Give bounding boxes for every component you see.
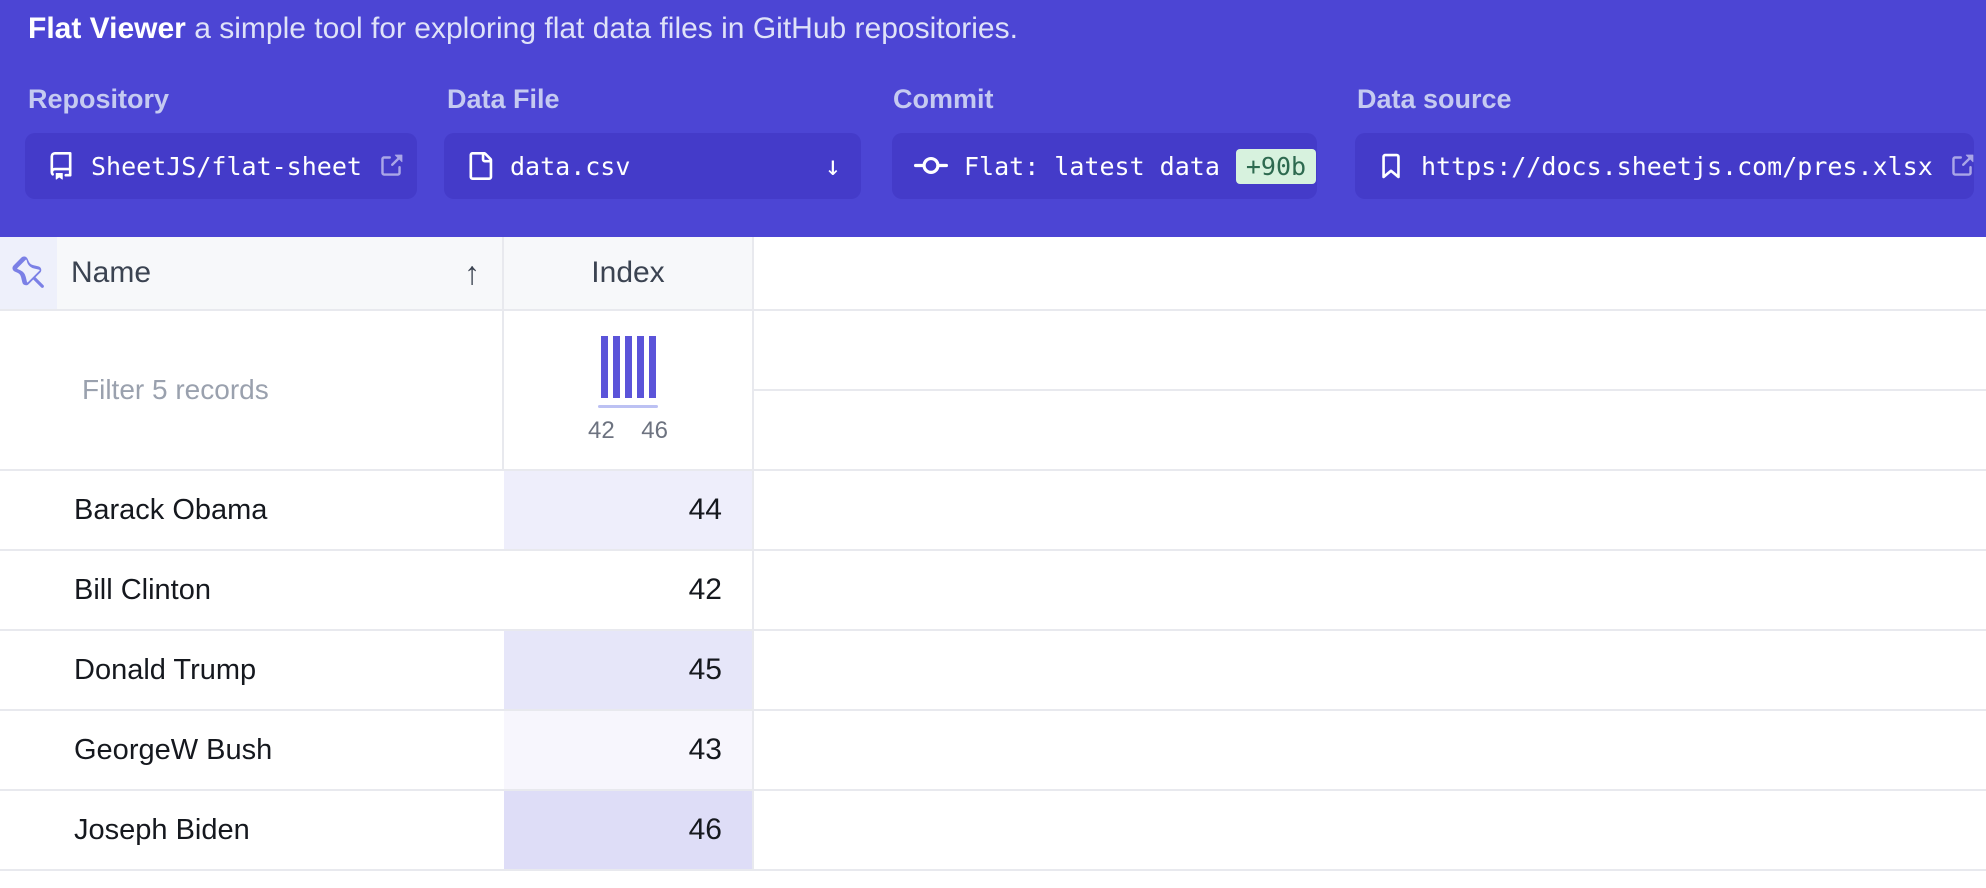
data-source-value: https://docs.sheetjs.com/pres.xlsx <box>1421 152 1933 181</box>
data-file-button[interactable]: data.csv ↓ <box>444 133 861 199</box>
data-file-value: data.csv <box>510 152 630 181</box>
histogram-baseline <box>598 405 658 408</box>
bookmark-icon <box>1377 152 1405 180</box>
columns-overlay: 42 46 Barack Obama44Bill Clinton42Donald… <box>0 311 754 871</box>
cell-name: Joseph Biden <box>57 791 504 869</box>
repository-value: SheetJS/flat-sheet <box>91 152 362 181</box>
app-tagline: a simple tool for exploring flat data fi… <box>194 12 1018 45</box>
data-file-label: Data File <box>447 84 560 115</box>
cell-name: Bill Clinton <box>57 551 504 629</box>
filter-row: 42 46 <box>0 311 754 471</box>
flat-viewer-app: Flat Viewer a simple tool for exploring … <box>0 0 1986 888</box>
commit-message: Flat: latest data <box>964 152 1220 181</box>
data-source-label: Data source <box>1357 84 1512 115</box>
cell-index: 43 <box>504 711 754 789</box>
filter-cell <box>0 311 504 469</box>
table-row: GeorgeW Bush43 <box>0 711 754 791</box>
row-pin-gutter <box>0 791 57 869</box>
column-header-name[interactable]: Name ↑ <box>57 237 504 309</box>
commit-label: Commit <box>893 84 994 115</box>
rows-container: Barack Obama44Bill Clinton42Donald Trump… <box>0 471 754 871</box>
table-row: Bill Clinton42 <box>0 551 754 631</box>
cell-name: GeorgeW Bush <box>57 711 504 789</box>
row-pin-gutter <box>0 631 57 709</box>
app-name: Flat Viewer <box>28 12 186 45</box>
cell-name: Barack Obama <box>57 471 504 549</box>
cell-index: 46 <box>504 791 754 869</box>
row-pin-gutter <box>0 711 57 789</box>
page-title: Flat Viewer a simple tool for exploring … <box>28 12 1018 46</box>
sort-asc-icon: ↑ <box>464 255 480 292</box>
header-empty-area <box>754 237 1986 309</box>
histogram-max-label: 46 <box>641 417 668 445</box>
histogram-bar <box>637 336 644 398</box>
file-icon <box>466 152 494 180</box>
cell-index: 42 <box>504 551 754 629</box>
repository-label: Repository <box>28 84 169 115</box>
histogram-bar <box>625 336 632 398</box>
table-header: Name ↑ Index <box>0 237 1986 311</box>
cell-index: 45 <box>504 631 754 709</box>
row-pin-gutter <box>0 471 57 549</box>
table-body: 42 46 Barack Obama44Bill Clinton42Donald… <box>0 311 1986 871</box>
topbar: Flat Viewer a simple tool for exploring … <box>0 0 1986 237</box>
data-source-button[interactable]: https://docs.sheetjs.com/pres.xlsx <box>1355 133 1974 199</box>
histogram-min-label: 42 <box>588 417 615 445</box>
histogram-range-labels: 42 46 <box>588 417 668 445</box>
external-link-icon <box>1949 153 1975 179</box>
column-header-index[interactable]: Index <box>504 237 754 309</box>
cell-index: 44 <box>504 471 754 549</box>
cell-name: Donald Trump <box>57 631 504 709</box>
histogram-bars <box>601 336 656 398</box>
histogram-bar <box>649 336 656 398</box>
table-row: Barack Obama44 <box>0 471 754 551</box>
external-link-icon <box>378 153 404 179</box>
histogram-bar <box>601 336 608 398</box>
commit-button[interactable]: Flat: latest data +90b <box>892 133 1317 199</box>
pin-icon <box>12 256 46 290</box>
commit-icon <box>914 149 948 183</box>
column-name-label: Name <box>71 256 151 290</box>
index-histogram[interactable]: 42 46 <box>504 311 754 469</box>
table-row: Joseph Biden46 <box>0 791 754 871</box>
row-pin-gutter <box>0 551 57 629</box>
histogram-bar <box>613 336 620 398</box>
repository-button[interactable]: SheetJS/flat-sheet <box>25 133 417 199</box>
down-arrow-icon: ↓ <box>825 151 841 182</box>
pin-column-toggle[interactable] <box>0 237 57 309</box>
column-index-label: Index <box>591 256 664 290</box>
commit-diff-badge: +90b <box>1236 149 1316 184</box>
filter-input[interactable] <box>0 311 502 469</box>
table-row: Donald Trump45 <box>0 631 754 711</box>
repo-icon <box>47 152 75 180</box>
